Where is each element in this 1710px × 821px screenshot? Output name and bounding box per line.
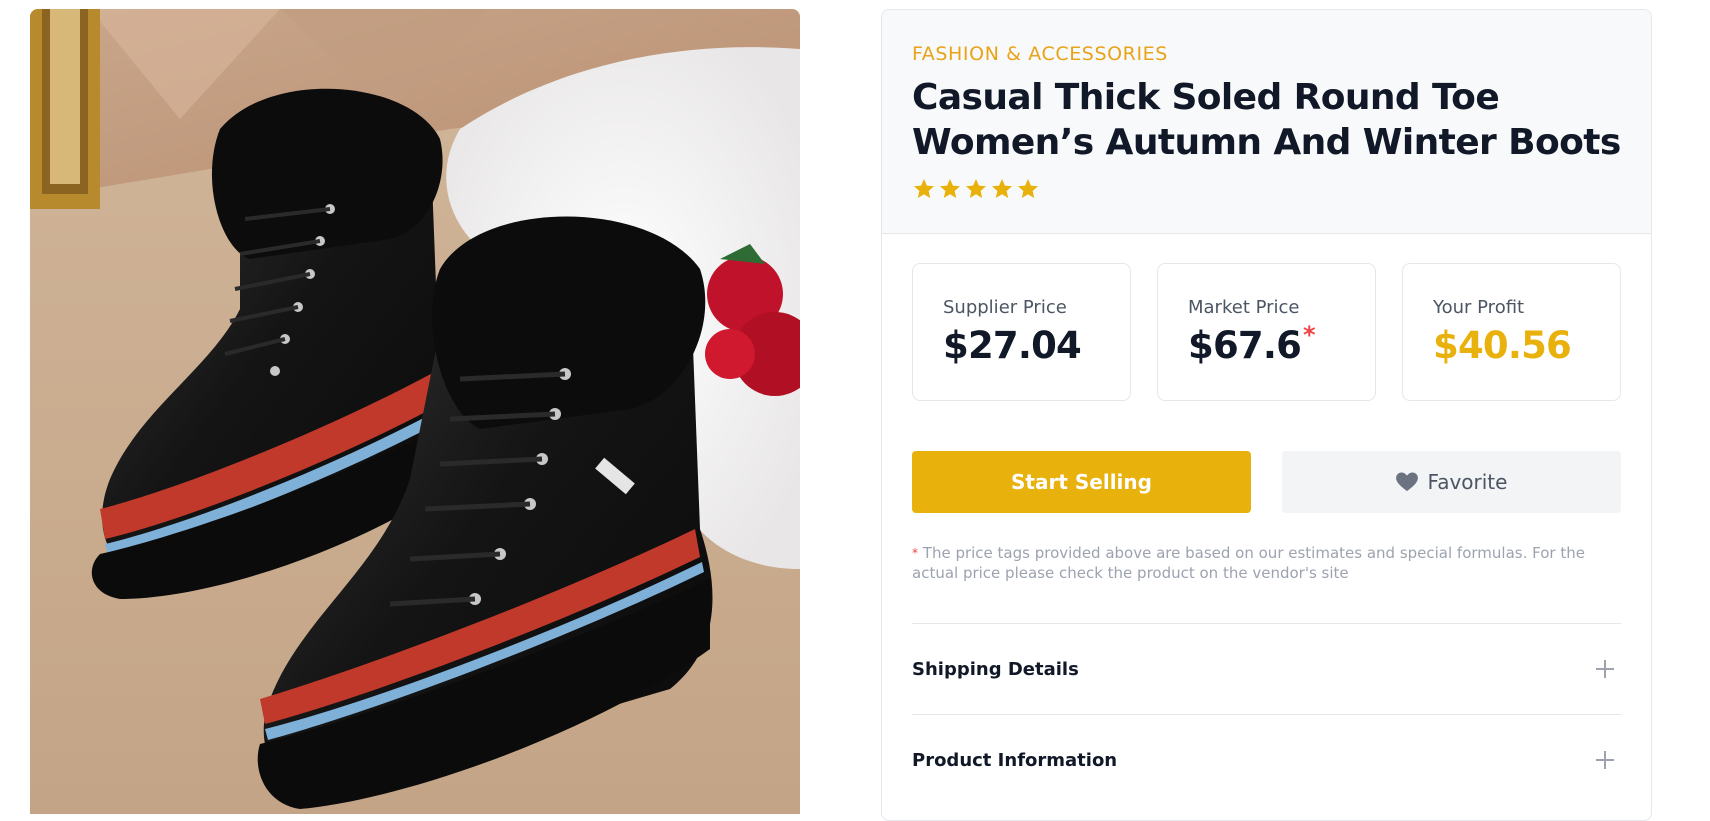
product-photo [30, 9, 800, 814]
accordion-label: Product Information [912, 749, 1118, 771]
supplier-price-amount: $27.04 [943, 324, 1082, 367]
supplier-price-box: Supplier Price $27.04 [912, 263, 1131, 401]
accordion-product-information[interactable]: Product Information [912, 714, 1621, 805]
accordion-shipping-details[interactable]: Shipping Details [912, 623, 1621, 714]
accordion-label: Shipping Details [912, 658, 1079, 680]
product-header: FASHION & ACCESSORIES Casual Thick Soled… [882, 10, 1651, 234]
supplier-price-value: $27.04 [943, 324, 1100, 367]
plus-icon[interactable] [1595, 750, 1615, 770]
profit-label: Your Profit [1433, 297, 1525, 318]
price-row: Supplier Price $27.04 Market Price $67.6… [912, 263, 1621, 401]
market-price-box: Market Price $67.6 * [1157, 263, 1376, 401]
favorite-button[interactable]: Favorite [1282, 451, 1621, 513]
product-category[interactable]: FASHION & ACCESSORIES [912, 43, 1621, 65]
star-icon [966, 179, 986, 198]
star-icon [940, 179, 960, 198]
rating-stars [912, 177, 1621, 201]
disclaimer-text: The price tags provided above are based … [912, 544, 1585, 582]
product-title: Casual Thick Soled Round Toe Women’s Aut… [912, 77, 1621, 163]
supplier-price-label: Supplier Price [943, 297, 1067, 318]
profit-box: Your Profit $40.56 [1402, 263, 1621, 401]
market-price-value: $67.6 * [1188, 321, 1345, 367]
product-detail-card: FASHION & ACCESSORIES Casual Thick Soled… [881, 9, 1652, 821]
disclaimer-asterisk: * [912, 546, 918, 560]
action-row: Start Selling Favorite [912, 451, 1621, 513]
product-accordion: Shipping Details Product Information [912, 623, 1621, 805]
favorite-label: Favorite [1427, 470, 1508, 494]
product-image [30, 9, 800, 814]
market-price-amount: $67.6 [1188, 324, 1302, 367]
star-icon [914, 179, 934, 198]
profit-value: $40.56 [1433, 324, 1590, 367]
start-selling-button[interactable]: Start Selling [912, 451, 1251, 513]
product-body: Supplier Price $27.04 Market Price $67.6… [882, 234, 1651, 805]
market-price-label: Market Price [1188, 297, 1300, 318]
profit-amount: $40.56 [1433, 324, 1572, 367]
star-icon [1018, 179, 1038, 198]
market-price-asterisk: * [1303, 321, 1316, 349]
star-icon [992, 179, 1012, 198]
plus-icon[interactable] [1595, 659, 1615, 679]
heart-icon [1395, 472, 1418, 492]
price-disclaimer: * The price tags provided above are base… [912, 543, 1621, 583]
